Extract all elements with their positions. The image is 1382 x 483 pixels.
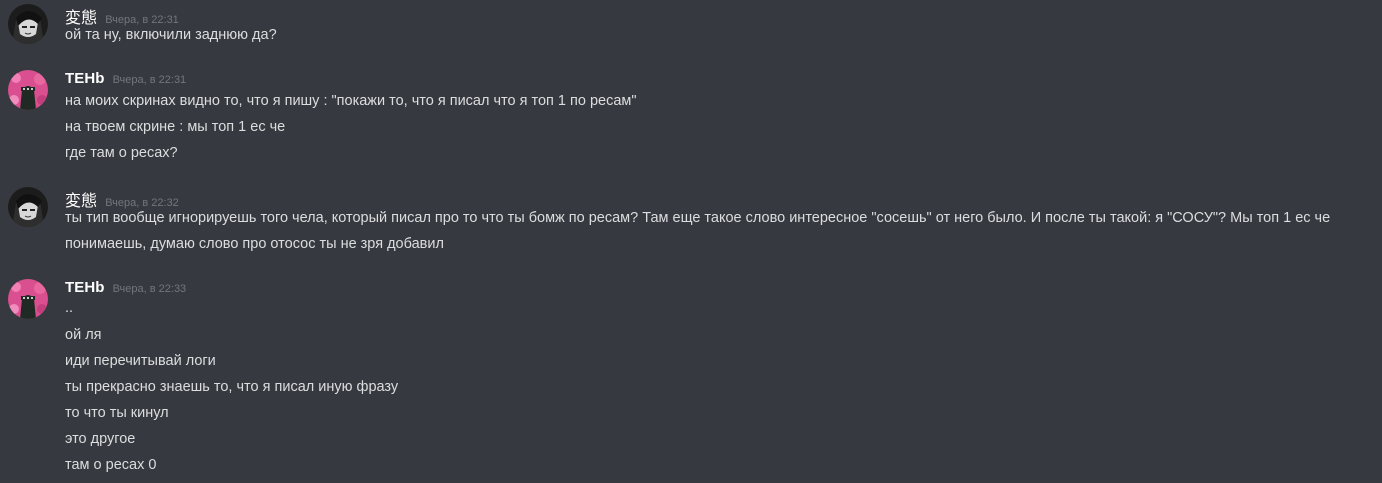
- avatar[interactable]: [8, 70, 48, 110]
- pink-bubble-avatar-icon: [8, 70, 48, 110]
- dark-manga-avatar-icon: [8, 187, 48, 227]
- timestamp: Вчера, в 22:33: [112, 283, 187, 295]
- message-text: иди перечитывай логи: [65, 353, 216, 369]
- avatar[interactable]: [8, 187, 48, 227]
- message-text: где там о ресах?: [65, 145, 178, 161]
- message-text: ..: [65, 300, 74, 316]
- dark-manga-avatar-icon: [8, 4, 48, 44]
- message-text: ой ля: [65, 327, 102, 343]
- message-text: то что ты кинул: [65, 405, 169, 421]
- chat-messages: 変態 Вчера, в 22:31 ой та ну, включили зад…: [0, 0, 1382, 483]
- message-text: на моих скринах видно то, что я пишу : "…: [65, 93, 637, 109]
- message-text: ой та ну, включили заднюю да?: [65, 27, 277, 43]
- username[interactable]: TEHb: [65, 279, 105, 296]
- message-text: там о ресах 0: [65, 457, 157, 473]
- message-header: TEHb Вчера, в 22:33: [65, 279, 186, 301]
- message-text: это другое: [65, 431, 136, 447]
- pink-bubble-avatar-icon: [8, 279, 48, 319]
- avatar[interactable]: [8, 4, 48, 44]
- avatar[interactable]: [8, 279, 48, 319]
- message-text: ты тип вообще игнорируешь того чела, кот…: [65, 210, 1331, 252]
- message-text: на твоем скрине : мы топ 1 ес че: [65, 119, 286, 135]
- timestamp: Вчера, в 22:31: [112, 74, 187, 86]
- message-text: ты прекрасно знаешь то, что я писал иную…: [65, 379, 399, 395]
- username[interactable]: TEHb: [65, 70, 105, 87]
